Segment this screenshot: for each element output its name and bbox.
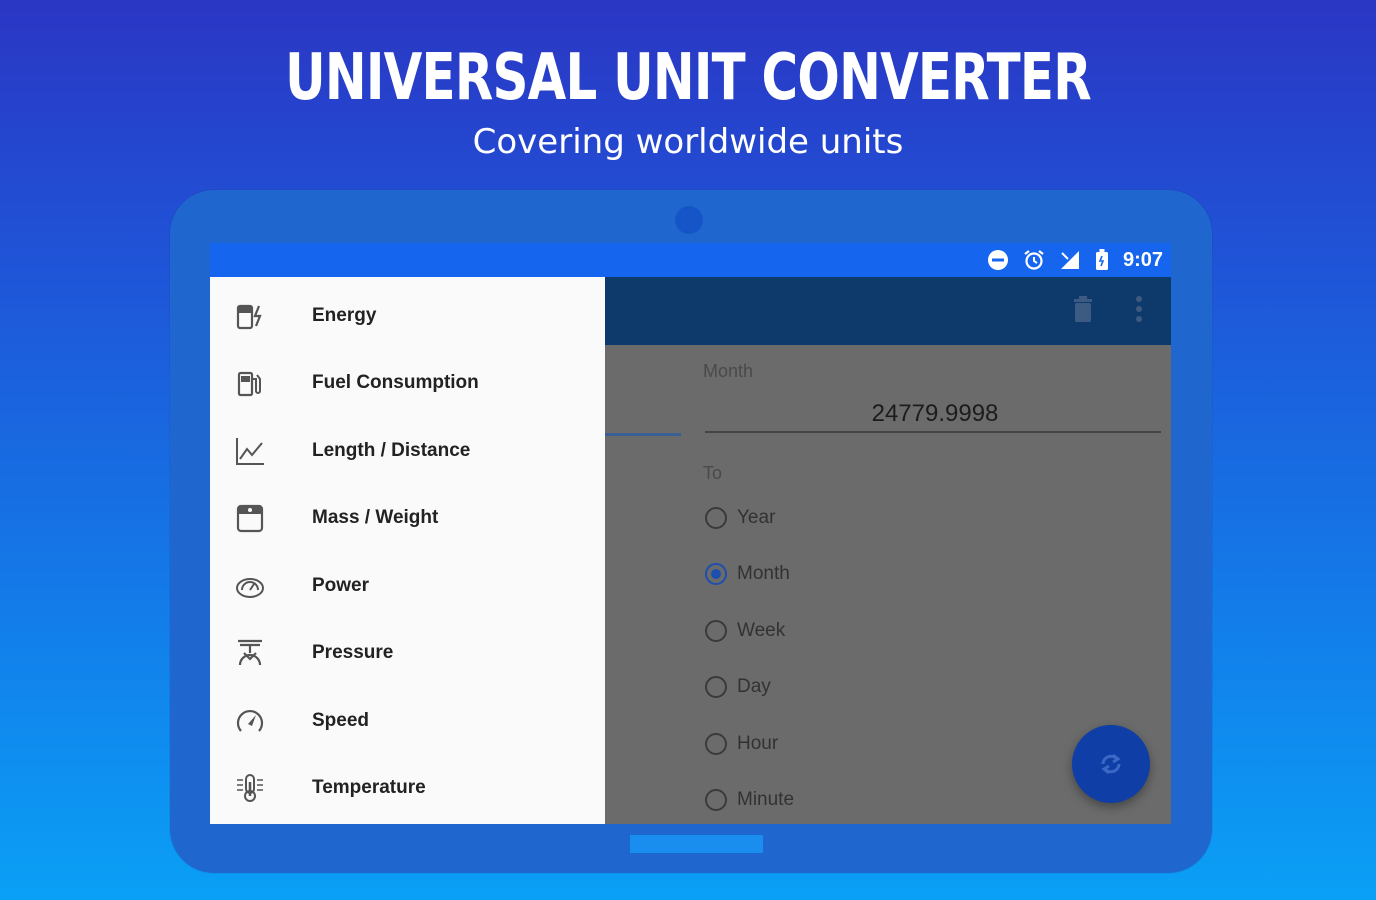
app-bar [605,277,1171,345]
radio-label: Month [737,563,790,584]
pressure-icon [238,639,262,665]
radio-label: Minute [737,789,795,810]
fuel-pump-icon [237,371,261,396]
tablet-frame: 9:07 Month 24779.9998 To Year Month Week… [170,190,1212,873]
radio-button[interactable] [705,733,727,755]
drawer-item-label: Power [312,574,370,596]
camera-icon [675,206,703,234]
drawer-item-label: Pressure [312,641,394,663]
alarm-icon [1024,250,1044,270]
scale-icon [236,504,264,532]
drawer-item-label: Length / Distance [312,439,471,461]
radio-option-hour[interactable]: Hour [705,729,778,759]
line-chart-icon [236,437,264,465]
device-screen: 9:07 Month 24779.9998 To Year Month Week… [210,243,1171,824]
radio-label: Hour [737,733,779,754]
speedometer-icon [236,709,264,732]
radio-option-day[interactable]: Day [705,672,771,702]
swap-icon [1101,753,1121,775]
home-bar[interactable] [630,835,763,853]
status-bar: 9:07 [210,243,1171,277]
radio-label: Week [737,620,786,641]
battery-icon [1095,249,1108,270]
drawer-item-energy[interactable]: Energy [210,282,605,349]
radio-button[interactable] [705,676,727,698]
trash-icon[interactable] [1071,295,1095,323]
to-label: To [703,463,723,483]
promo-title: UNIVERSAL UNIT CONVERTER [285,41,1092,115]
drawer-item-label: Speed [312,709,370,731]
navigation-drawer: Energy Fuel Consumption Length / Distanc… [210,277,605,824]
drawer-item-fuel-consumption[interactable]: Fuel Consumption [210,349,605,416]
radio-button[interactable] [705,789,727,811]
drawer-item-power[interactable]: Power [210,552,605,619]
signal-icon [1060,251,1079,269]
drawer-item-label: Temperature [312,776,426,798]
from-value-input[interactable]: 24779.9998 [705,395,1161,433]
drawer-item-label: Fuel Consumption [312,371,479,393]
radio-label: Year [737,507,776,528]
radio-option-month[interactable]: Month [705,559,790,589]
do-not-disturb-icon [987,250,1008,270]
drawer-item-pressure[interactable]: Pressure [210,619,605,686]
radio-button-checked[interactable] [705,563,727,585]
drawer-item-length-distance[interactable]: Length / Distance [210,417,605,484]
drawer-item-label: Mass / Weight [312,506,439,528]
from-unit-label: Month [703,361,754,381]
thermometer-icon [237,773,263,802]
converter-content: Month 24779.9998 To Year Month Week Day [605,277,1171,824]
gauge-icon [236,577,264,598]
radio-button[interactable] [705,507,727,529]
drawer-item-speed[interactable]: Speed [210,687,605,754]
status-time: 9:07 [1122,248,1163,271]
drawer-item-mass-weight[interactable]: Mass / Weight [210,484,605,551]
radio-option-minute[interactable]: Minute [705,785,794,815]
radio-option-year[interactable]: Year [705,503,775,533]
swap-button[interactable] [1072,725,1150,803]
radio-button[interactable] [705,620,727,642]
energy-icon [236,304,262,329]
radio-option-week[interactable]: Week [705,616,785,646]
radio-label: Day [737,676,771,697]
drawer-item-temperature[interactable]: Temperature [210,754,605,821]
promo-subtitle: Covering worldwide units [472,122,904,162]
more-vert-icon[interactable] [1135,295,1143,323]
tab-indicator [605,433,681,436]
drawer-item-label: Energy [312,304,377,326]
